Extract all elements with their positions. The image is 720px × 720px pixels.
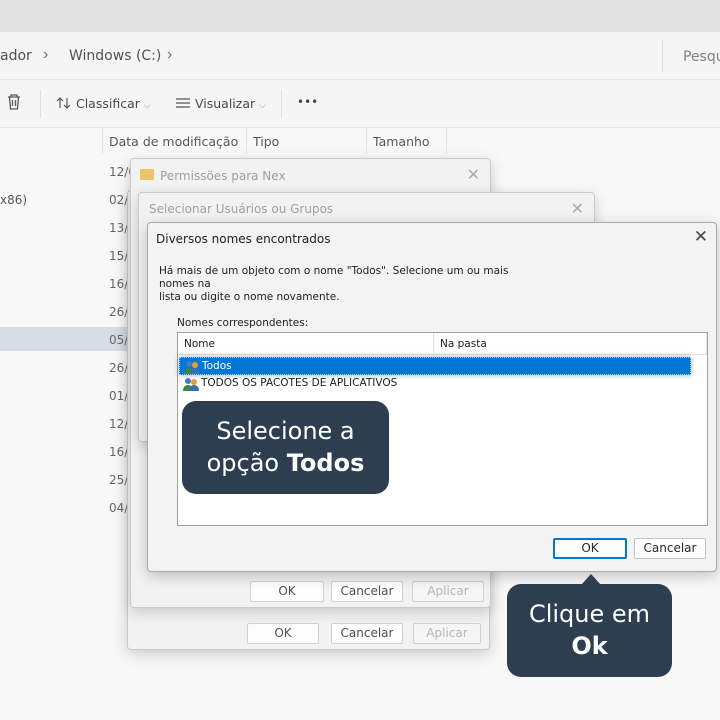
- list-item-label: TODOS OS PACOTES DE APLICATIVOS: [201, 377, 398, 389]
- callout-emphasis: Ok: [571, 632, 608, 660]
- callout-pointer: [581, 574, 601, 585]
- callout-line: Selecione a: [216, 417, 355, 445]
- ok-button[interactable]: OK: [553, 538, 627, 559]
- instruction-callout-select: Selecione a opção Todos: [182, 401, 389, 494]
- list-item-app-packages[interactable]: TODOS OS PACOTES DE APLICATIVOS: [179, 375, 691, 393]
- callout-line: Clique em: [528, 600, 651, 628]
- multiple-names-dialog: Diversos nomes encontrados ✕ Há mais de …: [147, 222, 717, 572]
- callout-text: opção: [206, 449, 287, 477]
- message-line: Há mais de um objeto com o nome "Todos".…: [159, 265, 509, 290]
- callout-emphasis: Todos: [286, 449, 365, 477]
- dialog-message: Há mais de um objeto com o nome "Todos".…: [159, 265, 539, 304]
- column-header-name[interactable]: Nome: [178, 333, 434, 355]
- cancel-button[interactable]: Cancelar: [634, 538, 706, 559]
- list-item-todos[interactable]: Todos: [179, 357, 691, 375]
- message-line: lista ou digite o nome novamente.: [159, 291, 340, 303]
- callout-line: Ok: [507, 630, 672, 662]
- list-item-label: Todos: [202, 360, 232, 372]
- close-icon[interactable]: ✕: [694, 227, 708, 247]
- user-group-icon: [184, 361, 200, 374]
- dialog-title: Diversos nomes encontrados: [156, 232, 331, 246]
- instruction-callout-ok: Clique em Ok: [507, 574, 672, 677]
- user-group-icon: [183, 378, 199, 391]
- column-header-folder[interactable]: Na pasta: [434, 333, 707, 355]
- matching-names-label: Nomes correspondentes:: [177, 317, 309, 329]
- callout-line: opção Todos: [182, 447, 389, 479]
